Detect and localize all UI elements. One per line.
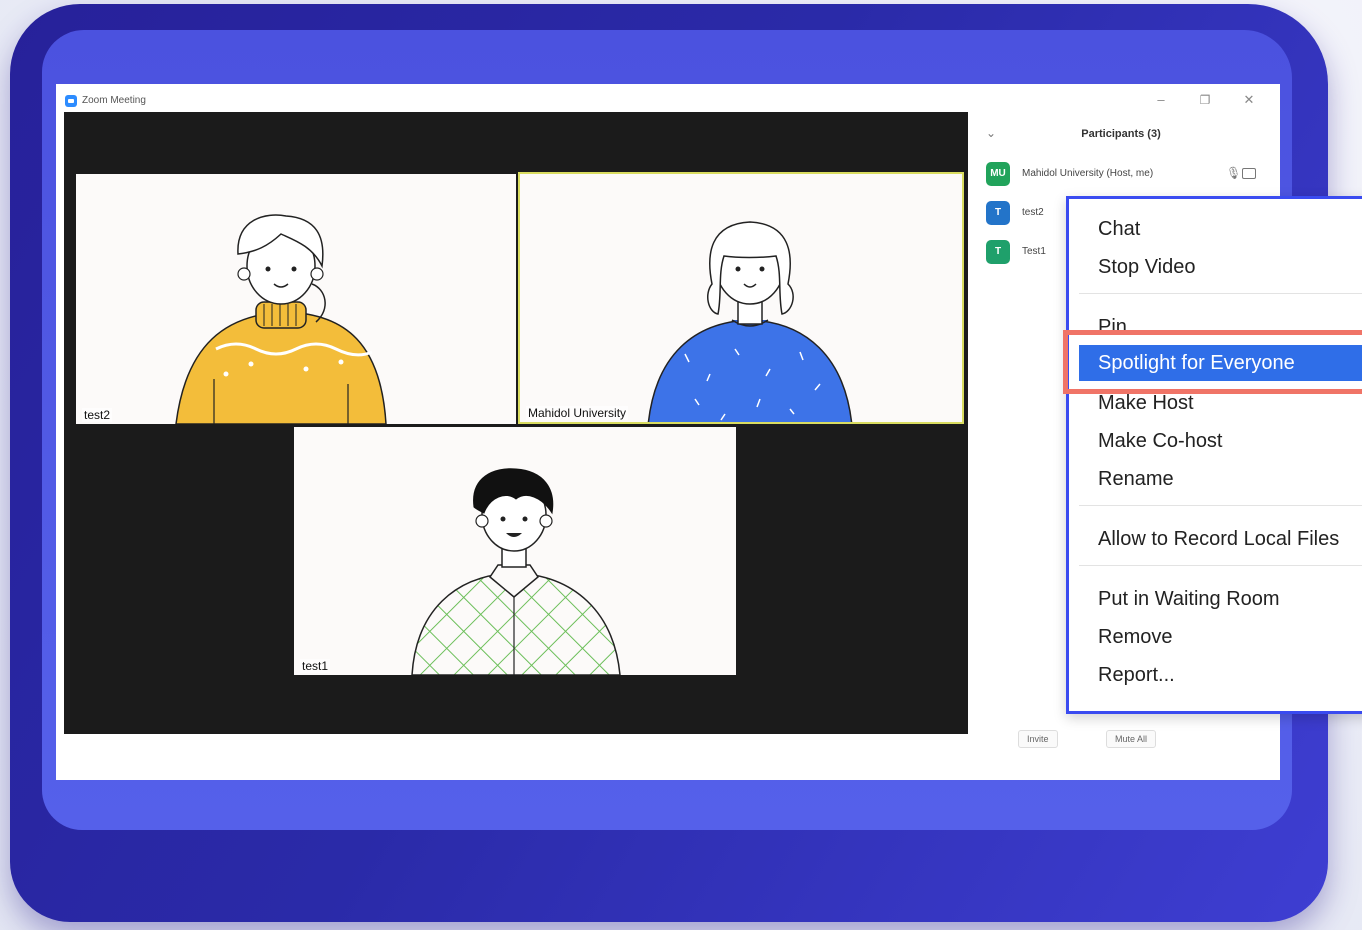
menu-item-make-co-host[interactable]: Make Co-host — [1079, 423, 1362, 459]
menu-item-report[interactable]: Report... — [1079, 657, 1362, 693]
highlight-annotation — [1063, 330, 1362, 394]
restore-icon[interactable]: ❐ — [1195, 92, 1215, 108]
tile-label: Mahidol University — [526, 406, 629, 420]
tile-label: test2 — [82, 408, 113, 422]
close-icon[interactable]: ✕ — [1239, 92, 1259, 108]
menu-item-stop-video[interactable]: Stop Video — [1079, 249, 1362, 285]
menu-item-rename[interactable]: Rename — [1079, 461, 1362, 497]
title-bar: Zoom Meeting – ❐ ✕ — [56, 84, 1280, 112]
video-tile-test2[interactable]: test2 — [76, 174, 516, 424]
avatar-illustration-yellow — [175, 214, 387, 424]
video-gallery: test2 Mahidol University test1 — [64, 112, 968, 734]
menu-divider — [1079, 505, 1362, 506]
zoom-logo-icon — [65, 95, 77, 107]
menu-item-chat[interactable]: Chat — [1079, 211, 1362, 247]
window-title: Zoom Meeting — [82, 95, 146, 106]
participant-name: test2 — [1022, 207, 1044, 218]
avatar: MU — [986, 162, 1010, 186]
video-tile-test1[interactable]: test1 — [294, 427, 736, 675]
avatar-illustration-blue — [647, 221, 853, 422]
video-tile-mahidol-university[interactable]: Mahidol University — [518, 172, 964, 424]
avatar-illustration-green — [411, 468, 621, 675]
microphone-icon[interactable]: 🎙 — [1226, 166, 1241, 180]
menu-item-allow-record-local-files[interactable]: Allow to Record Local Files — [1079, 521, 1362, 557]
participants-title: Participants (3) — [1081, 128, 1161, 140]
tile-label: test1 — [300, 659, 331, 673]
camera-icon[interactable] — [1242, 168, 1256, 179]
menu-divider — [1079, 565, 1362, 566]
minimize-icon[interactable]: – — [1151, 92, 1171, 108]
invite-button[interactable]: Invite — [1018, 730, 1058, 748]
menu-item-remove[interactable]: Remove — [1079, 619, 1362, 655]
menu-item-put-in-waiting-room[interactable]: Put in Waiting Room — [1079, 581, 1362, 617]
participant-name: Test1 — [1022, 246, 1046, 257]
mute-all-button[interactable]: Mute All — [1106, 730, 1157, 748]
participant-name: Mahidol University (Host, me) — [1022, 168, 1154, 179]
participant-context-menu: Chat Stop Video Pin Spotlight for Everyo… — [1066, 196, 1362, 714]
participant-row[interactable]: MU Mahidol University (Host, me) 🎙 — [986, 162, 1268, 188]
menu-divider — [1079, 293, 1362, 294]
avatar: T — [986, 201, 1010, 225]
avatar: T — [986, 240, 1010, 264]
